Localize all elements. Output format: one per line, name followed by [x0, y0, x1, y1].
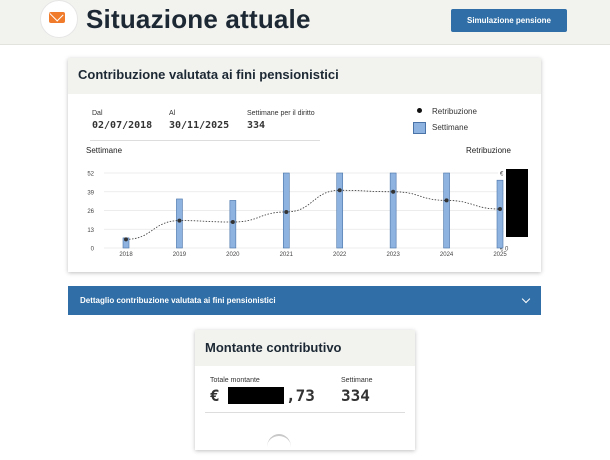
- pay-point: [498, 207, 502, 212]
- contribution-card: Contribuzione valutata ai fini pensionis…: [68, 58, 541, 272]
- header-bar: Situazione attuale Simulazione pensione: [0, 0, 610, 45]
- redacted-amount: [228, 387, 284, 404]
- pay-point: [391, 189, 396, 194]
- montante-card: Montante contributivo Totale montante € …: [195, 330, 415, 450]
- y-tick-label: 26: [87, 209, 94, 215]
- from-date-label: Dal: [92, 110, 103, 117]
- montante-card-header: Montante contributivo: [195, 330, 415, 366]
- x-tick-label: 2018: [119, 252, 133, 258]
- x-tick-label: 2020: [226, 252, 240, 258]
- y-tick-label: 13: [87, 228, 94, 234]
- right-axis-title: Retribuzione: [466, 146, 511, 155]
- x-tick-label: 2023: [386, 252, 400, 258]
- to-date-value: 30/11/2025: [169, 120, 230, 131]
- loading-spinner-icon: [267, 434, 291, 460]
- montante-divider: [205, 412, 405, 413]
- x-tick-label: 2022: [333, 252, 347, 258]
- x-tick-label: 2025: [493, 252, 507, 258]
- page-title: Situazione attuale: [86, 4, 311, 34]
- y-tick-label: 39: [87, 190, 94, 196]
- detail-accordion[interactable]: Dettaglio contribuzione valutata ai fini…: [68, 286, 541, 315]
- montante-card-title: Montante contributivo: [205, 340, 342, 355]
- montante-weeks-label: Settimane: [341, 377, 373, 384]
- legend-pay-label: Retribuzione: [432, 107, 477, 116]
- simulate-pension-button[interactable]: Simulazione pensione: [451, 9, 567, 32]
- montante-decimals: ,73: [286, 386, 315, 405]
- legend-weeks-label: Settimane: [432, 123, 469, 132]
- mail-icon: [49, 12, 65, 23]
- pay-point: [177, 218, 182, 223]
- pay-point: [230, 220, 235, 225]
- contribution-card-header: Contribuzione valutata ai fini pensionis…: [68, 58, 541, 94]
- currency-symbol: €: [210, 386, 220, 405]
- weeks-right-label: Settimane per il diritto: [247, 110, 315, 117]
- redacted-axis-values: [506, 169, 528, 237]
- pay-point: [337, 188, 342, 193]
- pay-point: [284, 209, 289, 214]
- weeks-right-value: 334: [247, 120, 266, 131]
- chevron-down-icon[interactable]: [521, 294, 531, 304]
- y2-tick-label: €: [500, 172, 504, 178]
- weeks-bar: [496, 179, 504, 249]
- total-montante-label: Totale montante: [210, 377, 260, 384]
- x-tick-label: 2024: [440, 252, 454, 258]
- from-date-value: 02/07/2018: [92, 120, 153, 131]
- montante-weeks-value: 334: [341, 386, 370, 405]
- weeks-bar: [389, 172, 397, 249]
- y-tick-label: 52: [87, 172, 94, 178]
- weeks-bar: [336, 172, 344, 249]
- weeks-bar: [176, 198, 183, 249]
- x-tick-label: 2019: [173, 252, 187, 258]
- pay-point: [124, 237, 128, 242]
- weeks-bar: [229, 200, 237, 249]
- pay-point: [444, 198, 449, 203]
- y-tick-label: 0: [91, 247, 95, 253]
- x-tick-label: 2021: [280, 252, 294, 258]
- contribution-chart: 013263952€ 0€€€€201820192020202120222023…: [87, 172, 509, 259]
- left-axis-title: Settimane: [86, 146, 123, 155]
- fields-divider: [90, 140, 320, 141]
- detail-accordion-label: Dettaglio contribuzione valutata ai fini…: [80, 296, 276, 305]
- legend-weeks-marker: [413, 122, 426, 134]
- contribution-card-title: Contribuzione valutata ai fini pensionis…: [78, 67, 339, 82]
- weeks-bar: [443, 172, 450, 249]
- legend-pay-marker: [417, 108, 422, 113]
- to-date-label: Al: [169, 110, 176, 117]
